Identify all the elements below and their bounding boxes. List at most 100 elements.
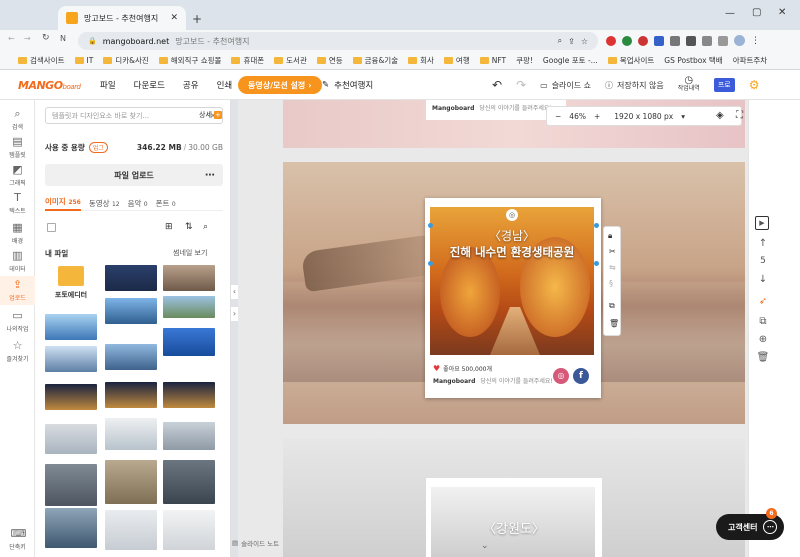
rail-my-work[interactable]: ▭ 나의작업: [0, 310, 35, 334]
menu-print[interactable]: 인쇄: [217, 79, 233, 91]
menu-file[interactable]: 파일: [100, 79, 116, 91]
motion-setting-button[interactable]: 동영상/모션 설정 ›: [238, 76, 322, 94]
rail-favorites[interactable]: ☆ 즐겨찾기: [0, 340, 35, 364]
undo-icon[interactable]: ↶: [492, 78, 502, 92]
search-icon[interactable]: ⌕: [203, 222, 208, 232]
rail-upload[interactable]: ⇪ 업로드: [0, 276, 35, 305]
more-options-icon[interactable]: ⋯: [205, 170, 215, 181]
reload-icon[interactable]: ↻: [42, 33, 50, 43]
rail-data[interactable]: ▥ 데이터: [0, 250, 35, 274]
close-tab-icon[interactable]: ✕: [170, 13, 178, 23]
upgrade-badge[interactable]: 업그: [88, 142, 108, 153]
bookmark-item[interactable]: 여행: [443, 55, 470, 66]
flip-icon[interactable]: ⇋: [609, 263, 616, 272]
tab-music[interactable]: 음악 0: [128, 198, 148, 209]
extension-icon[interactable]: [670, 35, 680, 46]
template-search-input[interactable]: 템플릿과 디자인요소 바로 찾기...✕: [45, 107, 223, 124]
image-thumb[interactable]: [45, 464, 97, 506]
image-thumb[interactable]: [105, 382, 157, 408]
redo-icon[interactable]: ↷: [516, 78, 526, 92]
select-all-checkbox[interactable]: [47, 223, 56, 232]
mangoboard-logo[interactable]: MANGOboard: [18, 79, 81, 92]
dropdown-icon[interactable]: ▾: [681, 112, 685, 121]
image-thumb[interactable]: [45, 508, 97, 548]
image-thumb[interactable]: [105, 265, 157, 291]
bookmark-item[interactable]: 디카&사진: [103, 55, 149, 66]
image-thumb[interactable]: [45, 346, 97, 372]
rail-background[interactable]: ▦ 배경: [0, 222, 35, 246]
extension-icon[interactable]: [686, 35, 696, 46]
zoom-in-icon[interactable]: +: [594, 112, 600, 121]
image-thumb[interactable]: [163, 265, 215, 291]
add-page-icon[interactable]: ⊕: [749, 334, 777, 345]
kebab-menu-icon[interactable]: ⋮: [751, 36, 760, 46]
menu-share[interactable]: 공유: [183, 79, 199, 91]
bookmark-item[interactable]: 금융&기술: [352, 55, 398, 66]
bookmark-item[interactable]: 연등: [316, 55, 343, 66]
slideshow-button[interactable]: ▭ 슬라이드 쇼: [540, 80, 591, 91]
bookmark-item[interactable]: 휴대폰: [231, 55, 264, 66]
copy-icon[interactable]: ⧉: [609, 301, 615, 311]
image-thumb[interactable]: [105, 418, 157, 450]
image-thumb[interactable]: [105, 344, 157, 370]
rocket-icon[interactable]: ➶: [749, 296, 777, 307]
image-thumb[interactable]: [163, 460, 215, 504]
zoom-search-icon[interactable]: ⌕: [558, 36, 562, 46]
window-close-icon[interactable]: ✕: [778, 7, 786, 18]
fit-screen-icon[interactable]: ⛶: [736, 110, 743, 121]
folder-photo-editor[interactable]: 포토에디터: [45, 262, 97, 308]
bookmark-item[interactable]: GS Postbox 택배: [664, 55, 722, 66]
bookmark-item[interactable]: 목업사이트: [607, 55, 654, 66]
rail-shortcuts[interactable]: ⌨ 단축키: [0, 528, 35, 552]
extension-icon[interactable]: [606, 35, 616, 46]
rail-text[interactable]: T 텍스트: [0, 192, 35, 216]
help-center-button[interactable]: 고객센터 ⋯ 6: [716, 508, 784, 540]
bookmark-item[interactable]: 아파트주차: [733, 55, 768, 66]
image-thumb[interactable]: [163, 510, 215, 550]
expand-chevron-icon[interactable]: ›: [231, 307, 238, 321]
image-thumb[interactable]: [163, 422, 215, 450]
menu-download[interactable]: 다운로드: [134, 79, 165, 91]
resize-handle[interactable]: [428, 261, 433, 266]
home-icon[interactable]: N: [60, 34, 66, 43]
extension-icon[interactable]: [638, 35, 648, 46]
extension-icon[interactable]: [654, 35, 664, 46]
image-thumb[interactable]: [105, 298, 157, 324]
scroll-down-chevron-icon[interactable]: ⌄: [481, 541, 489, 551]
share-icon[interactable]: ⇪: [568, 37, 575, 46]
bookmark-item[interactable]: IT: [74, 56, 93, 65]
image-thumb[interactable]: [45, 314, 97, 340]
extension-icon[interactable]: [622, 35, 632, 46]
duplicate-page-icon[interactable]: ⧉: [749, 316, 777, 327]
bookmark-item[interactable]: 도서관: [274, 55, 307, 66]
bookmark-item[interactable]: Google 포토 -...: [543, 55, 598, 66]
crop-icon[interactable]: ✂: [609, 247, 616, 256]
tab-videos[interactable]: 동영상 12: [89, 198, 120, 209]
resize-handle[interactable]: [594, 223, 599, 228]
page-up-icon[interactable]: ↑: [749, 238, 777, 249]
thumbnail-view-toggle[interactable]: 썸네일 보기: [173, 248, 207, 258]
pro-badge[interactable]: 프로: [713, 78, 735, 92]
collapse-panel-chevron-icon[interactable]: ‹: [231, 285, 238, 299]
forward-icon[interactable]: →: [24, 34, 31, 43]
rail-search[interactable]: ⌕ 검색: [0, 108, 35, 132]
back-icon[interactable]: ←: [8, 34, 15, 43]
tab-images[interactable]: 이미지 256: [45, 196, 81, 211]
image-thumb[interactable]: [45, 384, 97, 410]
file-upload-button[interactable]: 파일 업로드 ⋯: [45, 164, 223, 186]
bookmark-item[interactable]: 검색사이트: [18, 55, 65, 66]
bookmark-item[interactable]: 회사: [408, 55, 434, 66]
detail-link[interactable]: 상세 +: [199, 110, 222, 120]
zoom-out-icon[interactable]: −: [555, 112, 561, 121]
new-folder-icon[interactable]: ⊞: [165, 222, 173, 232]
link-icon[interactable]: §: [609, 279, 613, 288]
sort-icon[interactable]: ⇅: [185, 222, 193, 232]
rail-graphic[interactable]: ◩ 그래픽: [0, 164, 35, 188]
autumn-photo[interactable]: 〈경남〉 진해 내수면 환경생태공원 ◎: [430, 207, 594, 355]
browser-tab[interactable]: 망고보드 - 추천여행지 ✕: [58, 6, 186, 30]
bookmark-item[interactable]: 쿠팡!: [516, 55, 533, 66]
image-thumb[interactable]: [163, 296, 215, 318]
extension-icon[interactable]: [702, 35, 712, 46]
image-thumb[interactable]: [45, 424, 97, 454]
image-thumb[interactable]: [105, 510, 157, 550]
